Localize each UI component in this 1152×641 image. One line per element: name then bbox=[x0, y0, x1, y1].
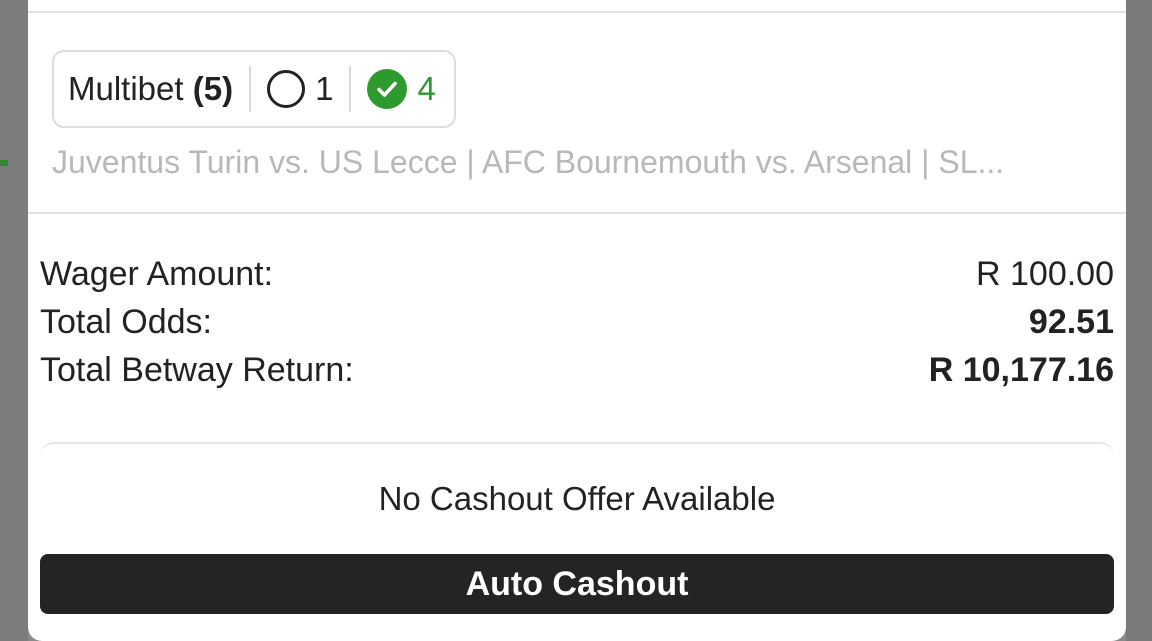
auto-cashout-button[interactable]: Auto Cashout bbox=[40, 554, 1114, 614]
badge-separator bbox=[249, 66, 252, 112]
open-legs: 1 bbox=[267, 70, 333, 108]
backdrop-right bbox=[1126, 0, 1152, 641]
check-circle-icon bbox=[367, 69, 408, 109]
open-legs-count: 1 bbox=[315, 70, 334, 107]
odds-value: 92.51 bbox=[1028, 303, 1114, 341]
return-label: Total Betway Return: bbox=[40, 351, 354, 389]
badge-separator bbox=[349, 66, 352, 112]
bet-type-badge: Multibet (5) 1 4 bbox=[52, 50, 456, 128]
match-list: Juventus Turin vs. US Lecce | AFC Bourne… bbox=[52, 144, 1005, 180]
divider bbox=[28, 11, 1126, 13]
odds-label: Total Odds: bbox=[40, 303, 212, 341]
backdrop-left bbox=[0, 0, 28, 641]
odds-row: Total Odds: 92.51 bbox=[40, 303, 1114, 342]
wager-row: Wager Amount: R 100.00 bbox=[40, 255, 1114, 294]
won-legs: 4 bbox=[367, 69, 436, 109]
bet-leg-count: (5) bbox=[192, 70, 234, 107]
return-value: R 10,177.16 bbox=[928, 351, 1114, 389]
divider bbox=[28, 212, 1126, 214]
return-row: Total Betway Return: R 10,177.16 bbox=[40, 351, 1114, 390]
open-circle-icon bbox=[267, 70, 306, 108]
bet-type-name: Multibet bbox=[68, 70, 184, 107]
wager-label: Wager Amount: bbox=[40, 255, 274, 293]
bet-type-label: Multibet (5) bbox=[68, 70, 233, 108]
cashout-message: No Cashout Offer Available bbox=[378, 480, 776, 517]
won-legs-count: 4 bbox=[417, 70, 436, 107]
bet-card: Multibet (5) 1 4 Juventus Turin vs. US L… bbox=[28, 0, 1126, 641]
backdrop-accent bbox=[0, 160, 8, 166]
wager-value: R 100.00 bbox=[976, 255, 1114, 293]
